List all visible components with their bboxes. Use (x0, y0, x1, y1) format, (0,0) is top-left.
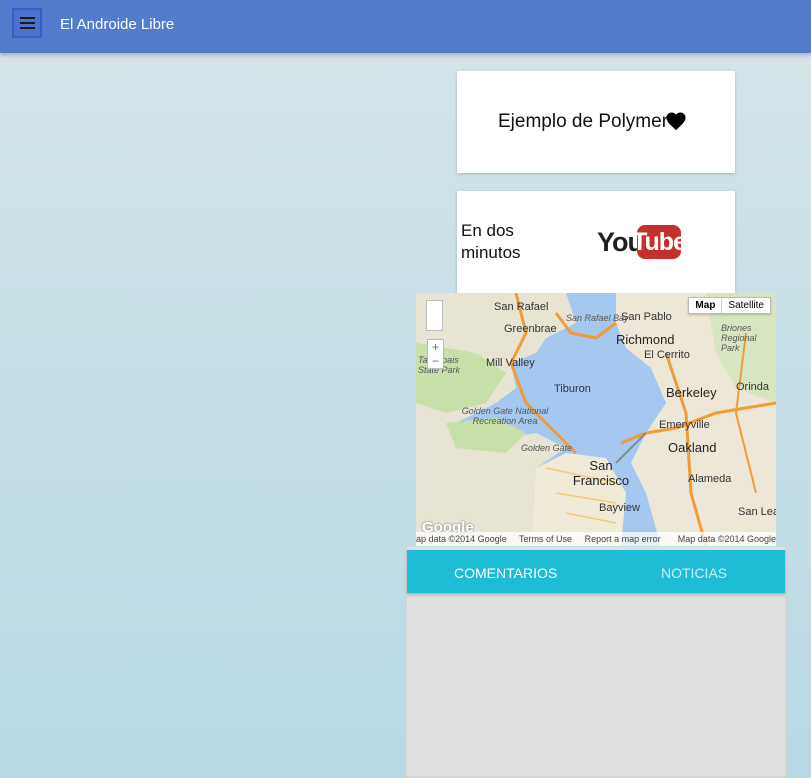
map-label: El Cerrito (644, 349, 690, 361)
polymer-card-text: Ejemplo de Polymer (498, 111, 669, 132)
map-label: San Rafael Bay (566, 313, 629, 323)
app-title: El Androide Libre (60, 16, 175, 33)
map-label: Oakland (668, 440, 717, 455)
map-data-right-text: Map data ©2014 Google (677, 534, 776, 544)
heart-icon (666, 112, 686, 131)
map-label: Richmond (616, 332, 675, 347)
zoom-control: + − (427, 339, 444, 369)
video-card-text: En dos minutos (461, 221, 521, 262)
map-label: San Francisco (572, 458, 630, 488)
map-label: Bayview (599, 502, 640, 514)
hamburger-menu-icon[interactable] (12, 8, 42, 38)
zoom-in-button[interactable]: + (428, 340, 443, 354)
map-label: San Rafael (494, 301, 549, 313)
google-map[interactable]: San Rafael Greenbrae San Rafael Bay San … (416, 293, 776, 546)
terms-of-use-link[interactable]: Terms of Use (519, 534, 572, 544)
youtube-logo-tube-box: Tube (632, 225, 687, 259)
map-label: Golden Gate National Recreation Area (461, 406, 549, 426)
map-label: Berkeley (666, 385, 717, 400)
map-label: San Lea (738, 506, 776, 518)
map-label: Emeryville (659, 419, 710, 431)
app-toolbar: El Androide Libre (0, 0, 811, 53)
report-map-error-link[interactable]: Report a map error (585, 534, 661, 544)
youtube-logo-tube: Tube (632, 227, 687, 256)
tab-bar: COMENTARIOS NOTICIAS (407, 550, 785, 593)
map-data-text: ap data ©2014 Google (416, 534, 507, 544)
map-label: Orinda (736, 381, 770, 393)
map-label: San Pablo (621, 311, 672, 323)
map-label: Golden Gate (521, 443, 573, 453)
polymer-card[interactable]: Ejemplo de Polymer (457, 71, 735, 173)
tab-comentarios[interactable]: COMENTARIOS (454, 565, 557, 581)
video-card[interactable]: En dos minutos You Tube (457, 191, 735, 294)
map-type-toggle: Map Satellite (688, 297, 771, 314)
map-type-map-button[interactable]: Map (689, 298, 723, 313)
map-label: Mill Valley (486, 357, 535, 369)
zoom-out-button[interactable]: − (428, 354, 443, 368)
map-type-satellite-button[interactable]: Satellite (722, 298, 770, 313)
map-label: Briones Regional Park (721, 323, 757, 353)
youtube-logo[interactable]: You Tube (597, 225, 687, 261)
map-footer: ap data ©2014 Google Terms of Use Report… (416, 532, 776, 546)
map-label: Greenbrae (504, 323, 557, 335)
tab-noticias[interactable]: NOTICIAS (661, 565, 727, 581)
map-label: Tiburon (554, 383, 591, 395)
map-label: Alameda (688, 473, 732, 485)
street-view-pegman-icon[interactable] (426, 300, 443, 331)
